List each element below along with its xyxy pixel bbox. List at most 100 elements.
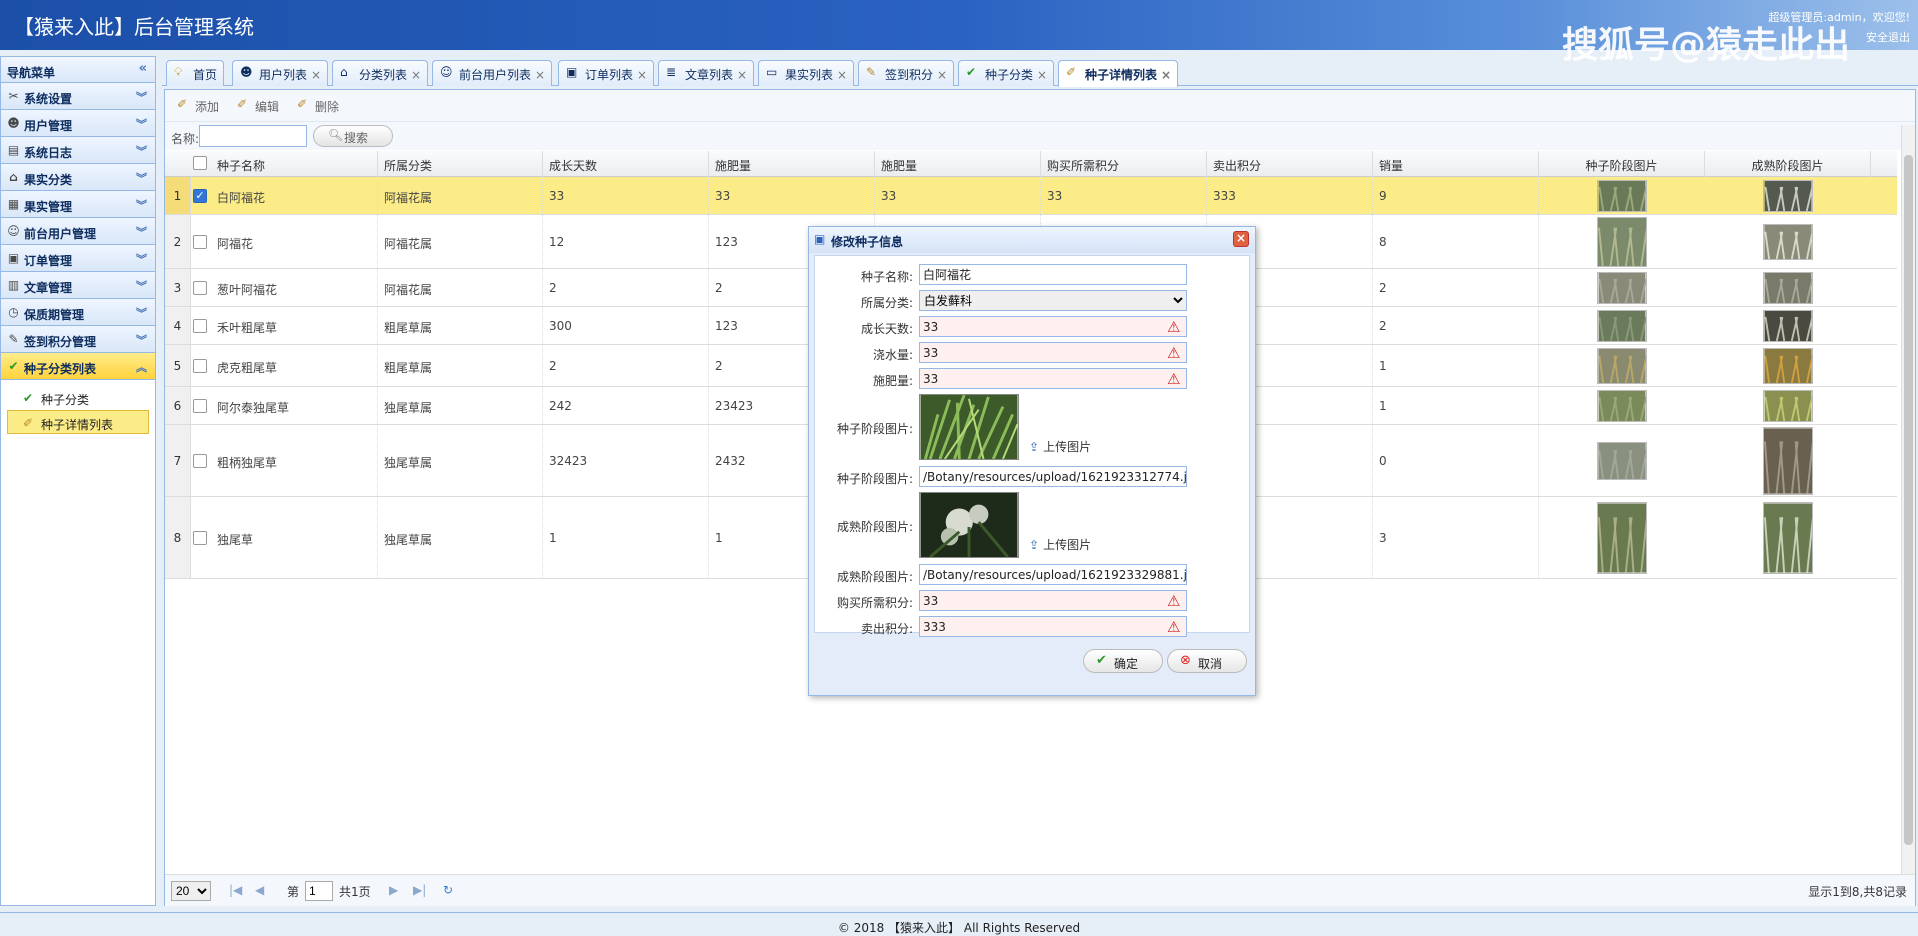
order-icon: ▣ [566, 65, 578, 79]
last-page-icon[interactable]: ▶| [413, 883, 426, 897]
column-header[interactable]: 施肥量 [875, 151, 1041, 177]
page-size-select[interactable]: 20 [171, 881, 211, 901]
column-header[interactable]: 种子名称 [211, 151, 378, 177]
menu-system-settings[interactable]: ✂ 系统设置 ︾ [1, 83, 155, 110]
menu-front-users[interactable]: ☺ 前台用户管理 ︾ [1, 218, 155, 245]
close-icon[interactable]: × [1161, 68, 1171, 82]
tab-seed-detail-list[interactable]: ✐ 种子详情列表 × [1058, 60, 1179, 87]
cell-cat: 阿福花属 [378, 269, 543, 306]
upload-mature-image-button[interactable]: ⇪ 上传图片 [1029, 536, 1091, 553]
row-checkbox[interactable] [193, 281, 207, 295]
vertical-scrollbar[interactable] [1901, 125, 1915, 875]
warning-icon: ⚠ [1167, 344, 1181, 362]
close-icon[interactable]: × [737, 68, 747, 82]
next-page-icon[interactable]: ▶ [389, 883, 398, 897]
delete-button[interactable]: ✐ 删除 [293, 97, 340, 115]
cell-name: 阿尔泰独尾草 [211, 387, 378, 424]
close-icon[interactable]: × [311, 68, 321, 82]
buy-points-input[interactable] [919, 590, 1187, 611]
column-header[interactable]: 购买所需积分 [1041, 151, 1207, 177]
collapse-left-icon[interactable]: « [139, 61, 147, 76]
prev-page-icon[interactable]: ◀ [255, 883, 264, 897]
close-icon[interactable]: × [1233, 231, 1249, 247]
close-icon[interactable]: × [1037, 68, 1047, 82]
mature-image-path-input[interactable] [919, 564, 1187, 585]
row-number: 5 [165, 345, 191, 386]
cell-name: 虎克粗尾草 [211, 345, 378, 386]
column-header[interactable]: 卖出积分 [1207, 151, 1373, 177]
close-icon[interactable]: × [637, 68, 647, 82]
column-header[interactable]: 种子阶段图片 [1539, 151, 1705, 177]
column-header[interactable]: 施肥量 [709, 151, 875, 177]
column-header[interactable]: 成熟阶段图片 [1705, 151, 1871, 177]
edit-button[interactable]: ✐ 编辑 [233, 97, 279, 115]
close-icon[interactable]: × [411, 68, 421, 82]
menu-checkin-points[interactable]: ✎ 签到积分管理 ︾ [1, 326, 155, 353]
column-header[interactable]: 成长天数 [543, 151, 709, 177]
menu-fruit-category[interactable]: ⌂ 果实分类 ︾ [1, 164, 155, 191]
field-water: 浇水量: ⚠ [815, 342, 1251, 364]
sell-points-input[interactable] [919, 616, 1187, 637]
row-checkbox[interactable] [193, 235, 207, 249]
cancel-button[interactable]: ⊗ 取消 [1167, 649, 1247, 673]
close-icon[interactable]: × [937, 68, 947, 82]
close-icon[interactable]: × [535, 68, 545, 82]
growth-days-input[interactable] [919, 316, 1187, 337]
menu-order-management[interactable]: ▣ 订单管理 ︾ [1, 245, 155, 272]
tab-category-list[interactable]: ⌂ 分类列表 × [332, 60, 429, 86]
tab-home[interactable]: 💡︎ 首页 [166, 60, 225, 86]
select-all-checkbox[interactable] [193, 156, 207, 170]
first-page-icon[interactable]: |◀ [229, 883, 242, 897]
fertilizer-input[interactable] [919, 368, 1187, 389]
menu-user-management[interactable]: ☻ 用户管理 ︾ [1, 110, 155, 137]
upload-seed-image-button[interactable]: ⇪ 上传图片 [1029, 438, 1091, 455]
refresh-icon[interactable]: ↻ [443, 883, 453, 897]
tab-user-list[interactable]: ☻ 用户列表 × [232, 60, 329, 86]
menu-seed-category-list[interactable]: ✔ 种子分类列表 ︽ [1, 353, 155, 380]
scroll-thumb[interactable] [1904, 155, 1913, 845]
confirm-label: 确定 [1114, 657, 1139, 671]
row-checkbox[interactable] [193, 399, 207, 413]
edit-seed-dialog: ▣ 修改种子信息 × 种子名称: 所属分类: 白发藓科 成长天数: ⚠ 浇水量: ⚠ … [808, 226, 1256, 696]
menu-fruit-management[interactable]: ▦ 果实管理 ︾ [1, 191, 155, 218]
water-input[interactable] [919, 342, 1187, 363]
seed-stage-thumbnail [1597, 272, 1647, 304]
tab-order-list[interactable]: ▣ 订单列表 × [558, 60, 655, 86]
mature-stage-thumbnail [1763, 272, 1813, 304]
menu-article-management[interactable]: ▥ 文章管理 ︾ [1, 272, 155, 299]
add-button[interactable]: ✐ 添加 [173, 97, 219, 115]
cell-days: 300 [543, 307, 709, 344]
delete-label: 删除 [315, 100, 340, 114]
page-number-input[interactable] [305, 881, 333, 901]
submenu-seed-detail-list[interactable]: ✐ 种子详情列表 [7, 410, 149, 434]
name-search-input[interactable] [199, 125, 307, 147]
column-header[interactable]: 所属分类 [378, 151, 543, 177]
search-button[interactable]: 🔍︎ 搜索 [313, 125, 393, 147]
confirm-button[interactable]: ✔ 确定 [1083, 649, 1163, 673]
tab-article-list[interactable]: ≣ 文章列表 × [658, 60, 755, 86]
close-icon[interactable]: × [837, 68, 847, 82]
submenu-seed-category[interactable]: ✔ 种子分类 [1, 386, 155, 410]
category-select[interactable]: 白发藓科 [919, 290, 1187, 311]
seed-name-input[interactable] [919, 264, 1187, 285]
seed-image-path-input[interactable] [919, 466, 1187, 487]
field-label: 成长天数: [860, 322, 913, 336]
row-checkbox[interactable]: ✓ [193, 189, 207, 203]
row-checkbox[interactable] [193, 531, 207, 545]
row-checkbox[interactable] [193, 359, 207, 373]
menu-label: 文章管理 [24, 281, 73, 295]
table-row[interactable]: 1 ✓ 白阿福花 阿福花属 33 33 33 33 333 9 [165, 177, 1897, 215]
tab-front-user-list[interactable]: ☺ 前台用户列表 × [432, 60, 553, 86]
users-icon: ☺ [440, 65, 453, 79]
row-checkbox[interactable] [193, 454, 207, 468]
tab-checkin-points[interactable]: ✎ 签到积分 × [858, 60, 955, 86]
menu-system-log[interactable]: ▤ 系统日志 ︾ [1, 137, 155, 164]
row-checkbox[interactable] [193, 319, 207, 333]
menu-shelf-life[interactable]: ◷ 保质期管理 ︾ [1, 299, 155, 326]
upload-label: 上传图片 [1043, 440, 1092, 454]
logout-link[interactable]: 安全退出 [1866, 29, 1910, 45]
column-header[interactable]: 销量 [1373, 151, 1539, 177]
tab-seed-category[interactable]: ✔ 种子分类 × [958, 60, 1055, 86]
tab-fruit-list[interactable]: ▭ 果实列表 × [758, 60, 855, 86]
menu-label: 用户管理 [24, 119, 73, 133]
